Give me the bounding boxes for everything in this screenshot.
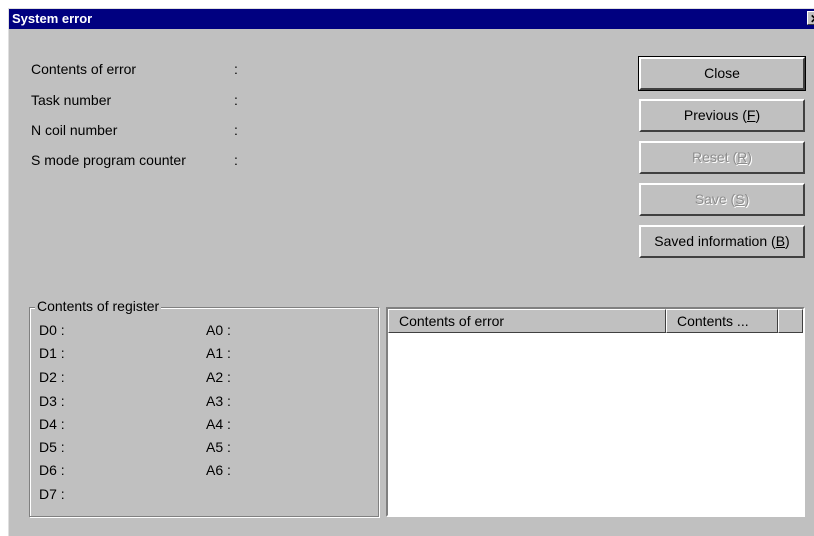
register-d3: D3 : [39, 393, 65, 409]
register-d0: D0 : [39, 322, 65, 338]
register-a3: A3 : [206, 393, 231, 409]
register-a2: A2 : [206, 369, 231, 385]
window-title: System error [12, 11, 93, 26]
register-d7: D7 : [39, 486, 65, 502]
reset-button[interactable]: Reset (R) [639, 141, 805, 174]
title-bar[interactable]: System error ✕ [9, 9, 814, 29]
close-button[interactable]: Close [638, 56, 806, 91]
n-coil-number-label: N coil number [31, 122, 118, 138]
register-d6: D6 : [39, 462, 65, 478]
task-number-label: Task number [31, 92, 112, 108]
register-a4: A4 : [206, 416, 231, 432]
s-mode-program-counter-colon: : [234, 152, 238, 168]
register-d2: D2 : [39, 369, 65, 385]
contents-of-error-label: Contents of error [31, 61, 137, 77]
column-header-contents-of-error[interactable]: Contents of error [388, 309, 666, 333]
task-number-colon: : [234, 92, 238, 108]
s-mode-program-counter-label: S mode program counter [31, 152, 186, 168]
column-header-contents[interactable]: Contents ... [666, 309, 778, 333]
register-d1: D1 : [39, 345, 65, 361]
saved-information-button[interactable]: Saved information (B) [639, 225, 805, 258]
contents-of-error-colon: : [234, 61, 238, 77]
register-group [29, 307, 379, 517]
column-header-spacer[interactable] [778, 309, 803, 333]
n-coil-number-colon: : [234, 122, 238, 138]
save-button[interactable]: Save (S) [639, 183, 805, 216]
register-a0: A0 : [206, 322, 231, 338]
register-d5: D5 : [39, 439, 65, 455]
register-d4: D4 : [39, 416, 65, 432]
register-a5: A5 : [206, 439, 231, 455]
error-list-view[interactable]: Contents of error Contents ... [386, 307, 805, 517]
register-a1: A1 : [206, 345, 231, 361]
system-error-dialog: System error ✕ Contents of error : Task … [8, 8, 814, 536]
register-a6: A6 : [206, 462, 231, 478]
previous-button[interactable]: Previous (F) [639, 99, 805, 132]
register-group-legend: Contents of register [35, 298, 162, 314]
close-icon[interactable]: ✕ [807, 11, 814, 26]
